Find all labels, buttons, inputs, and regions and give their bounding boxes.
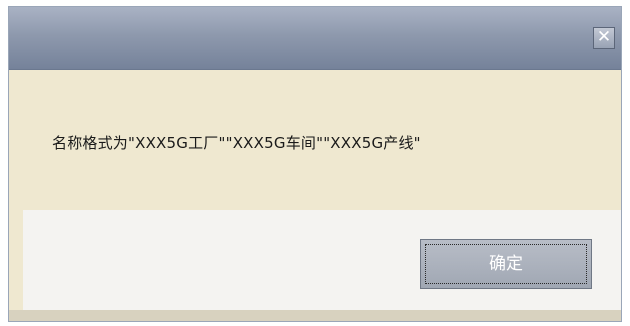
dialog-message: 名称格式为"XXX5G工厂""XXX5G车间""XXX5G产线" — [52, 134, 421, 152]
dialog-titlebar[interactable]: ✕ — [9, 7, 621, 70]
button-area: 确定 — [23, 210, 621, 310]
ok-button-label: 确定 — [489, 254, 523, 274]
ok-button[interactable]: 确定 — [420, 239, 592, 289]
dialog-bottom-border — [9, 310, 621, 321]
message-dialog: ✕ 名称格式为"XXX5G工厂""XXX5G车间""XXX5G产线" 确定 — [8, 6, 622, 322]
close-icon[interactable]: ✕ — [593, 27, 615, 49]
message-area: 名称格式为"XXX5G工厂""XXX5G车间""XXX5G产线" — [9, 70, 621, 210]
